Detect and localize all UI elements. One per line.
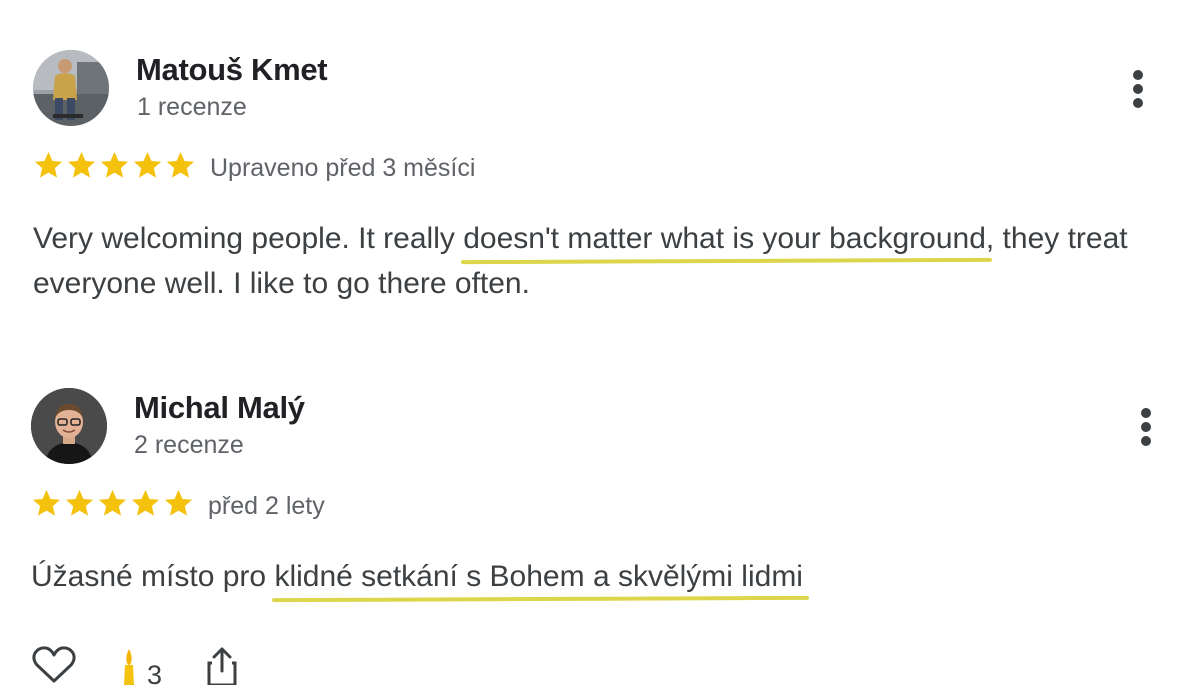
star-rating	[33, 150, 196, 186]
review-text: Very welcoming people. It really doesn't…	[33, 216, 1173, 306]
more-options-button[interactable]	[1123, 66, 1153, 112]
review-text-start: Úžasné místo pro	[31, 560, 275, 593]
like-button[interactable]	[31, 645, 77, 685]
review-text-start: Very welcoming people. It really	[33, 222, 464, 255]
star-rating	[31, 488, 194, 524]
author-name[interactable]: Matouš Kmet	[136, 52, 328, 88]
reaction-count: 3	[147, 659, 163, 690]
more-vert-icon	[1141, 408, 1151, 418]
review-date: před 2 lety	[208, 492, 325, 520]
star-icon	[65, 489, 94, 516]
star-icon	[100, 151, 129, 178]
highlighted-text: doesn't matter what is your background	[463, 216, 986, 261]
share-button[interactable]	[162, 645, 238, 685]
star-icon	[164, 489, 193, 516]
star-icon	[133, 151, 162, 178]
candle-icon	[124, 649, 134, 685]
star-icon	[32, 489, 61, 516]
person-photo-avatar	[33, 50, 109, 126]
heart-icon	[32, 646, 76, 683]
star-icon	[34, 151, 63, 178]
more-options-button[interactable]	[1131, 404, 1161, 450]
star-icon	[98, 489, 127, 516]
star-icon	[166, 151, 195, 178]
highlighted-text: klidné setkání s Bohem a skvělými lidmi	[274, 554, 803, 599]
review-date: Upraveno před 3 měsíci	[210, 154, 476, 182]
person-photo-avatar	[31, 388, 107, 464]
author-avatar[interactable]	[31, 388, 107, 464]
more-vert-icon	[1133, 70, 1143, 80]
author-name[interactable]: Michal Malý	[134, 390, 305, 426]
star-icon	[131, 489, 160, 516]
review-text: Úžasné místo pro klidné setkání s Bohem …	[31, 554, 1171, 599]
review-actions: 3	[31, 645, 238, 690]
author-avatar[interactable]	[33, 50, 109, 126]
author-review-count[interactable]: 1 recenze	[137, 93, 247, 122]
reaction-button[interactable]: 3	[77, 645, 162, 690]
star-icon	[67, 151, 96, 178]
share-icon	[207, 647, 237, 685]
author-review-count[interactable]: 2 recenze	[134, 431, 244, 460]
